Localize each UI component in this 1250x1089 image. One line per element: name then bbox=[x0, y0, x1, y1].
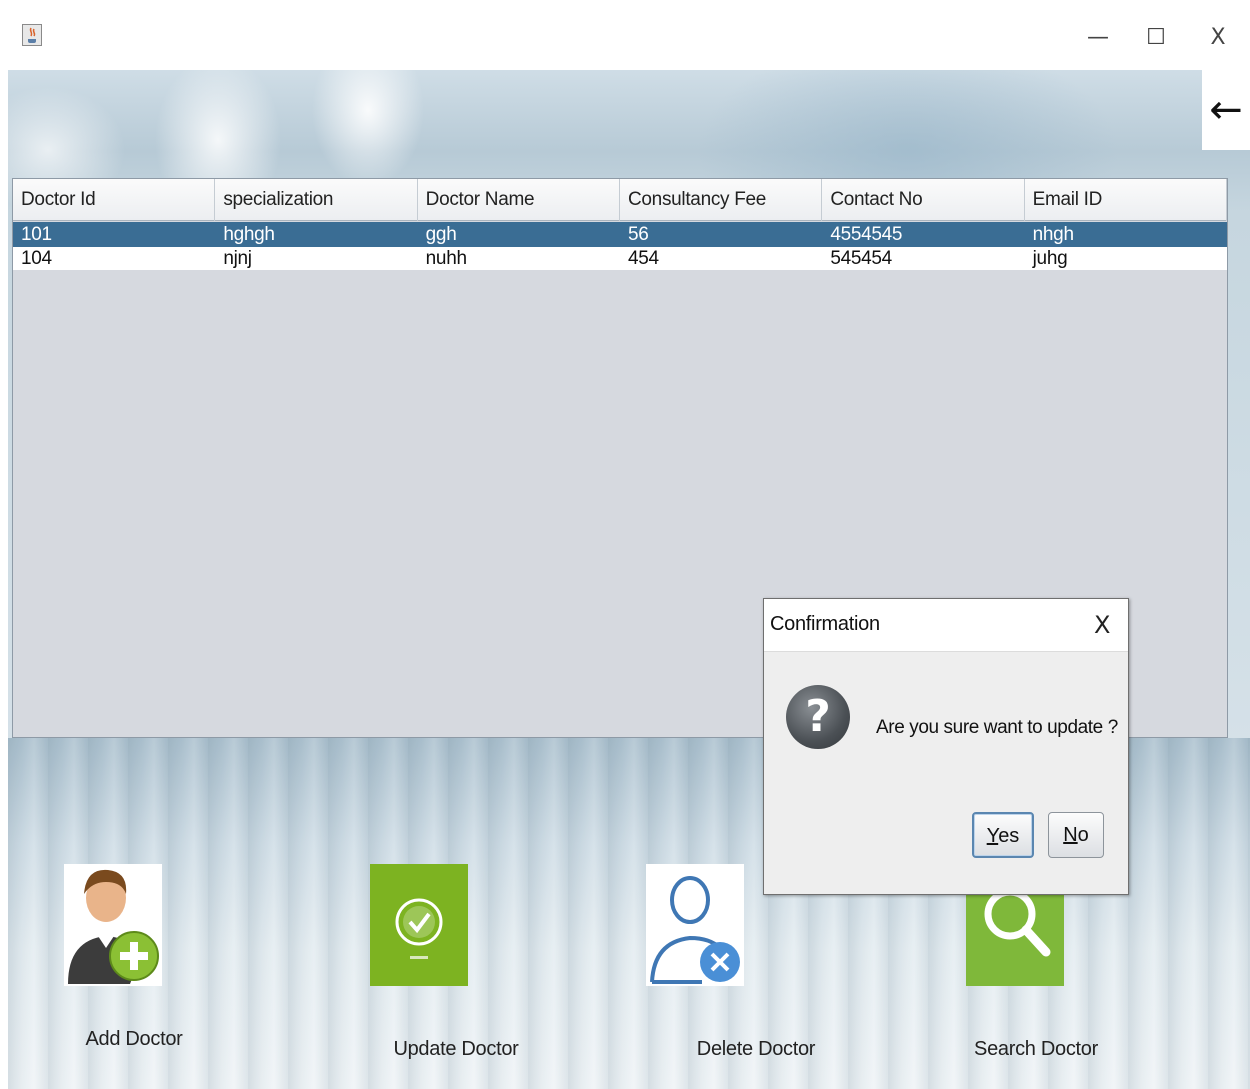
delete-doctor-button[interactable] bbox=[646, 864, 744, 986]
update-doctor-label: Update Doctor bbox=[393, 1038, 519, 1060]
column-header-contact-no[interactable]: Contact No bbox=[822, 179, 1025, 221]
confirmation-dialog: Confirmation X ? Are you sure want to up… bbox=[763, 598, 1129, 895]
dialog-close-button[interactable]: X bbox=[1094, 611, 1110, 639]
yes-button[interactable]: Yes bbox=[972, 812, 1034, 858]
table-cell: nuhh bbox=[425, 248, 467, 269]
dialog-title: Confirmation bbox=[770, 613, 880, 635]
table-cell: 454 bbox=[627, 248, 659, 269]
dialog-title-bar: Confirmation X bbox=[764, 599, 1128, 652]
minimize-button[interactable]: — bbox=[1078, 20, 1118, 56]
add-doctor-button[interactable] bbox=[64, 864, 162, 986]
table-header: Doctor Id specialization Doctor Name Con… bbox=[13, 179, 1227, 221]
column-header-specialization[interactable]: specialization bbox=[215, 179, 418, 221]
search-doctor-label-wrap: Search Doctor bbox=[966, 1038, 1106, 1061]
table-cell: njnj bbox=[223, 248, 252, 269]
application-window: — ☐ X ← Doctor Id specialization Doctor … bbox=[0, 0, 1250, 1089]
table-cell: 104 bbox=[21, 248, 52, 269]
column-header-doctor-name[interactable]: Doctor Name bbox=[418, 179, 620, 221]
yes-label-rest: es bbox=[998, 825, 1020, 847]
add-doctor-label-wrap: Add Doctor bbox=[74, 1028, 194, 1051]
update-doctor-label-wrap: Update Doctor bbox=[386, 1038, 526, 1061]
no-mnemonic: N bbox=[1063, 824, 1078, 846]
table-cell: nhgh bbox=[1032, 224, 1074, 245]
column-header-email-id[interactable]: Email ID bbox=[1025, 179, 1227, 221]
no-button[interactable]: No bbox=[1048, 812, 1104, 858]
column-header-doctor-id[interactable]: Doctor Id bbox=[13, 179, 216, 221]
table-cell: 56 bbox=[627, 224, 649, 245]
table-cell: hghgh bbox=[223, 224, 275, 245]
dialog-message: Are you sure want to update ? bbox=[876, 717, 1118, 738]
yes-mnemonic: Y bbox=[986, 825, 999, 847]
back-button[interactable]: ← bbox=[1202, 70, 1250, 150]
table-cell: juhg bbox=[1032, 248, 1068, 269]
search-doctor-label: Search Doctor bbox=[974, 1038, 1098, 1060]
update-doctor-button[interactable] bbox=[370, 864, 468, 986]
table-cell: ggh bbox=[425, 224, 457, 245]
table-row[interactable]: 101 hghgh ggh 56 4554545 nhgh bbox=[13, 222, 1227, 247]
delete-doctor-label-wrap: Delete Doctor bbox=[686, 1038, 826, 1061]
table-cell: 545454 bbox=[830, 248, 892, 269]
title-bar: — ☐ X bbox=[0, 0, 1250, 70]
close-window-button[interactable]: X bbox=[1198, 20, 1238, 56]
no-label-rest: o bbox=[1077, 824, 1089, 846]
maximize-button[interactable]: ☐ bbox=[1136, 20, 1176, 56]
column-header-consultancy-fee[interactable]: Consultancy Fee bbox=[620, 179, 823, 221]
update-check-icon bbox=[370, 864, 468, 986]
delete-doctor-label: Delete Doctor bbox=[696, 1038, 816, 1060]
question-icon: ? bbox=[786, 685, 850, 749]
table-cell: 101 bbox=[21, 224, 52, 245]
java-cup-icon bbox=[22, 24, 42, 46]
delete-user-icon bbox=[646, 864, 744, 986]
arrow-left-icon: ← bbox=[1209, 87, 1243, 133]
table-cell: 4554545 bbox=[830, 224, 903, 245]
add-doctor-label: Add Doctor bbox=[85, 1028, 183, 1050]
table-body: 101 hghgh ggh 56 4554545 nhgh 104 njnj n… bbox=[13, 222, 1227, 270]
add-user-icon bbox=[64, 864, 162, 986]
table-row[interactable]: 104 njnj nuhh 454 545454 juhg bbox=[13, 247, 1227, 270]
